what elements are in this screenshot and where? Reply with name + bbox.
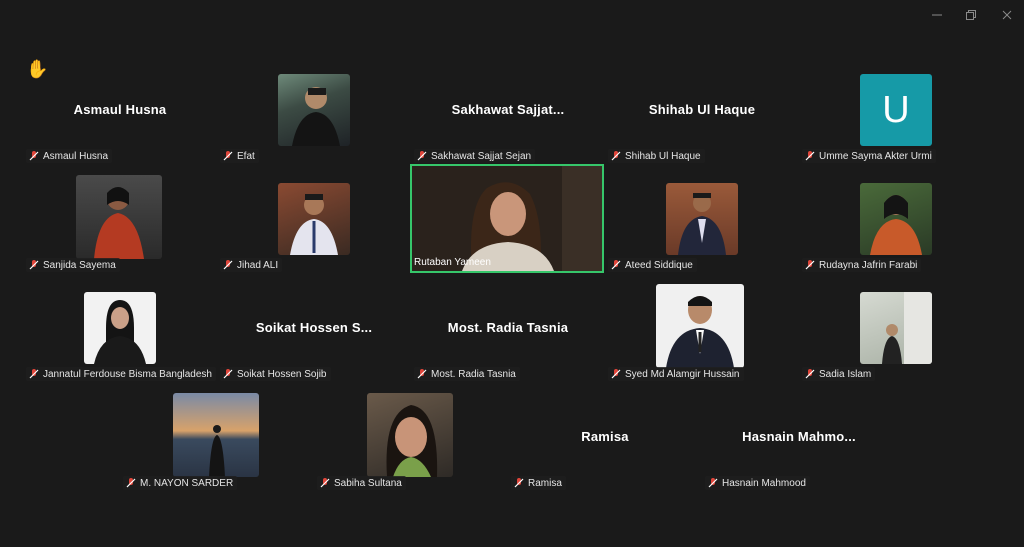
participant-name: Rudayna Jafrin Farabi bbox=[819, 259, 918, 271]
participant-caption: Sadia Islam bbox=[802, 367, 876, 381]
participant-name-large: Hasnain Mahmo... bbox=[742, 429, 856, 444]
avatar: U bbox=[860, 74, 932, 146]
mic-muted-icon bbox=[417, 151, 427, 161]
mic-muted-icon bbox=[514, 478, 524, 488]
participant-name: Sakhawat Sajjat Sejan bbox=[431, 150, 532, 162]
participant-tile[interactable]: Syed Md Alamgir Hussain bbox=[608, 284, 796, 388]
mic-muted-icon bbox=[223, 369, 233, 379]
participant-name: Shihab Ul Haque bbox=[625, 150, 701, 162]
participant-tile[interactable]: Asmaul Husna Asmaul Husna bbox=[26, 70, 214, 170]
mic-muted-icon bbox=[223, 260, 233, 270]
participant-name-large: Most. Radia Tasnia bbox=[447, 320, 569, 335]
minimize-icon[interactable] bbox=[922, 6, 952, 24]
participant-name: Jannatul Ferdouse Bisma Bangladesh bbox=[43, 368, 212, 380]
mic-muted-icon bbox=[29, 151, 39, 161]
participant-name-large: Ramisa bbox=[581, 429, 629, 444]
mic-muted-icon bbox=[223, 151, 233, 161]
participant-tile[interactable]: Jihad ALI bbox=[220, 179, 408, 279]
participant-caption: Sakhawat Sajjat Sejan bbox=[414, 149, 536, 163]
participant-caption: Sanjida Sayema bbox=[26, 258, 120, 272]
mic-muted-icon bbox=[29, 369, 39, 379]
participant-video bbox=[860, 183, 932, 255]
participant-name-large: Asmaul Husna bbox=[73, 102, 167, 117]
participant-tile[interactable]: U Umme Sayma Akter Urmi bbox=[802, 70, 990, 170]
mic-muted-icon bbox=[417, 369, 427, 379]
participant-caption: Umme Sayma Akter Urmi bbox=[802, 149, 936, 163]
participant-name: Hasnain Mahmood bbox=[722, 477, 806, 489]
participant-name: Soikat Hossen Sojib bbox=[237, 368, 327, 380]
participant-video bbox=[278, 74, 350, 146]
mic-muted-icon bbox=[126, 478, 136, 488]
participant-caption: Hasnain Mahmood bbox=[705, 476, 810, 490]
participant-name: Rutaban Yameen bbox=[414, 257, 491, 268]
participant-name: Most. Radia Tasnia bbox=[431, 368, 516, 380]
participant-video bbox=[278, 183, 350, 255]
participant-caption: Rudayna Jafrin Farabi bbox=[802, 258, 922, 272]
participant-tile[interactable]: Sabiha Sultana bbox=[317, 393, 505, 497]
participant-name: Sabiha Sultana bbox=[334, 477, 402, 489]
participant-caption: Most. Radia Tasnia bbox=[414, 367, 520, 381]
mic-muted-icon bbox=[805, 151, 815, 161]
mic-muted-icon bbox=[29, 260, 39, 270]
participant-tile[interactable]: Soikat Hossen S... Soikat Hossen Sojib bbox=[220, 288, 408, 388]
participant-tile[interactable]: Ramisa Ramisa bbox=[511, 397, 699, 497]
mic-muted-icon bbox=[805, 260, 815, 270]
participant-name: Efat bbox=[237, 150, 255, 162]
participant-video bbox=[84, 292, 156, 364]
participant-name: Sadia Islam bbox=[819, 368, 872, 380]
participant-name: Asmaul Husna bbox=[43, 150, 109, 162]
participant-video bbox=[860, 292, 932, 364]
participant-tile[interactable]: Ateed Siddique bbox=[608, 179, 796, 279]
participant-name: Ateed Siddique bbox=[625, 259, 693, 271]
mic-muted-icon bbox=[611, 151, 621, 161]
participant-tile[interactable]: Hasnain Mahmo... Hasnain Mahmood bbox=[705, 397, 893, 497]
participant-caption: Sabiha Sultana bbox=[317, 476, 406, 490]
participant-name: Syed Md Alamgir Hussain bbox=[625, 368, 740, 380]
participant-name-large: Shihab Ul Haque bbox=[648, 102, 756, 117]
participant-tile[interactable]: Rudayna Jafrin Farabi bbox=[802, 179, 990, 279]
mic-muted-icon bbox=[611, 369, 621, 379]
participant-video bbox=[656, 284, 744, 368]
participant-caption: Asmaul Husna bbox=[26, 149, 113, 163]
participant-tile[interactable]: M. NAYON SARDER bbox=[123, 393, 311, 497]
mic-muted-icon bbox=[320, 478, 330, 488]
participant-name: Ramisa bbox=[528, 477, 562, 489]
active-speaker-tile[interactable]: Rutaban Yameen bbox=[410, 164, 604, 273]
participant-caption: Syed Md Alamgir Hussain bbox=[608, 367, 744, 381]
participant-name-large: Sakhawat Sajjat... bbox=[451, 102, 565, 117]
participant-caption: Ramisa bbox=[511, 476, 566, 490]
participant-tile[interactable]: Sanjida Sayema bbox=[26, 175, 214, 279]
participant-caption: Ateed Siddique bbox=[608, 258, 697, 272]
participant-tile[interactable]: Jannatul Ferdouse Bisma Bangladesh bbox=[26, 288, 216, 388]
participant-video bbox=[412, 166, 602, 271]
participant-tile[interactable]: Efat bbox=[220, 70, 408, 170]
participant-caption: Jannatul Ferdouse Bisma Bangladesh bbox=[26, 367, 216, 381]
close-icon[interactable] bbox=[992, 6, 1022, 24]
participant-name: Umme Sayma Akter Urmi bbox=[819, 150, 932, 162]
participant-name: Sanjida Sayema bbox=[43, 259, 116, 271]
participant-caption: Efat bbox=[220, 149, 259, 163]
participant-tile[interactable]: Sakhawat Sajjat... Sakhawat Sajjat Sejan bbox=[414, 70, 602, 170]
participant-video bbox=[173, 393, 259, 477]
participant-caption: Jihad ALI bbox=[220, 258, 283, 272]
participant-video bbox=[666, 183, 738, 255]
participant-video bbox=[367, 393, 453, 477]
mic-muted-icon bbox=[805, 369, 815, 379]
participant-name: Jihad ALI bbox=[237, 259, 279, 271]
mic-muted-icon bbox=[611, 260, 621, 270]
participant-video bbox=[76, 175, 162, 259]
participant-caption: Soikat Hossen Sojib bbox=[220, 367, 331, 381]
participant-tile[interactable]: Most. Radia Tasnia Most. Radia Tasnia bbox=[414, 288, 602, 388]
restore-icon[interactable] bbox=[956, 6, 986, 24]
participant-caption: Shihab Ul Haque bbox=[608, 149, 705, 163]
participant-name: M. NAYON SARDER bbox=[140, 477, 234, 489]
mic-muted-icon bbox=[708, 478, 718, 488]
participant-tile[interactable]: Shihab Ul Haque Shihab Ul Haque bbox=[608, 70, 796, 170]
participant-tile[interactable]: Sadia Islam bbox=[802, 288, 990, 388]
participant-caption: M. NAYON SARDER bbox=[123, 476, 238, 490]
participant-name-large: Soikat Hossen S... bbox=[255, 320, 373, 335]
